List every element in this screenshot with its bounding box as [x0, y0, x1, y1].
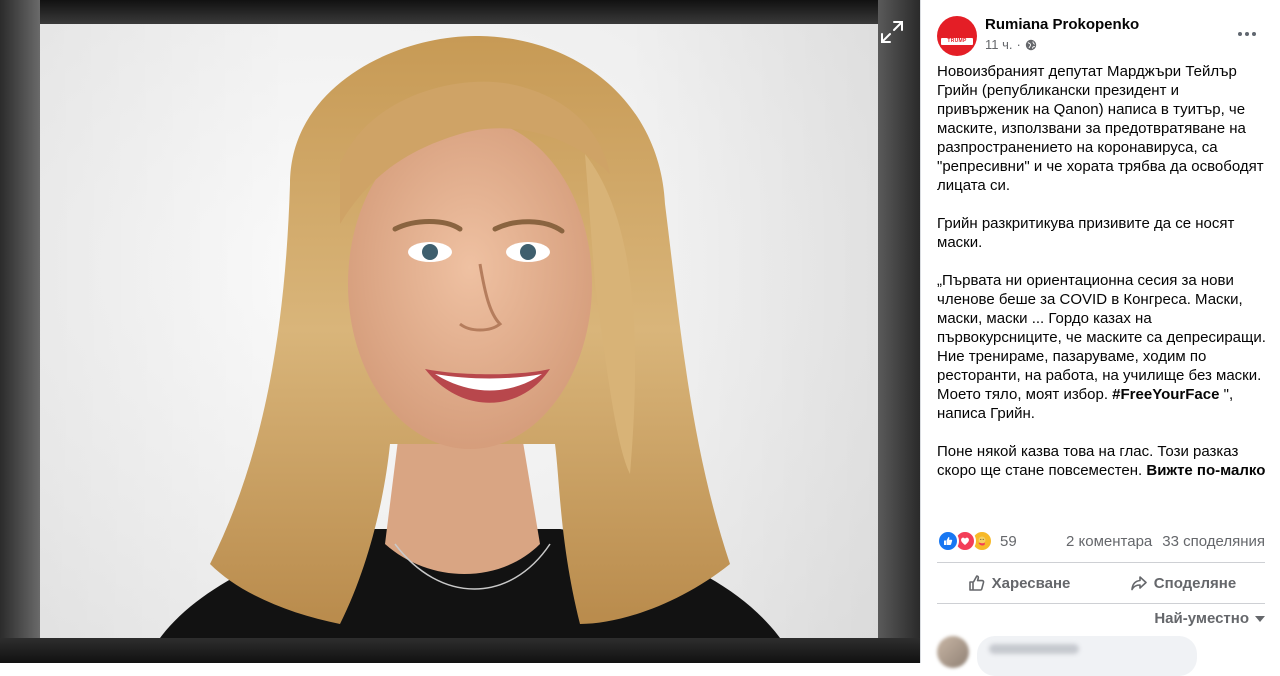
avatar-logo: TRUMP [941, 38, 973, 45]
reactions-summary[interactable]: 59 [937, 530, 1017, 552]
globe-icon[interactable] [1025, 39, 1037, 51]
divider [937, 562, 1265, 563]
more-options-button[interactable] [1229, 20, 1265, 48]
comment-bubble [977, 636, 1197, 676]
post-meta: 11 ч. · [985, 37, 1037, 52]
comment-count-link[interactable]: 2 коментара [1066, 533, 1152, 550]
expand-icon [881, 21, 903, 43]
hashtag-link[interactable]: #FreeYourFace [1112, 386, 1219, 403]
thumbs-up-icon [968, 575, 984, 591]
comment-sort-dropdown[interactable]: Най-уместно [1121, 610, 1265, 627]
share-button[interactable]: Споделяне [1101, 565, 1265, 601]
share-label: Споделяне [1153, 574, 1237, 592]
like-label: Харесване [991, 574, 1071, 592]
post-paragraph-3: „Първата ни ориентационна сесия за нови … [937, 272, 1266, 422]
like-reaction-icon [937, 530, 959, 552]
portrait-illustration [160, 35, 780, 638]
post-stats: 59 2 коментара 33 споделяния [937, 530, 1265, 552]
post-photo[interactable] [40, 24, 878, 638]
post-actions: Харесване Споделяне [937, 565, 1265, 601]
viewer-blur-left [0, 0, 40, 663]
photo-viewer [0, 0, 920, 663]
caret-down-icon [1255, 615, 1265, 622]
more-dot-icon [1245, 32, 1249, 36]
post-text: Новоизбраният депутат Марджъри Тейлър Гр… [937, 62, 1273, 499]
more-dot-icon [1238, 32, 1242, 36]
expand-fullscreen-button[interactable] [876, 16, 908, 48]
post-paragraph-2: Грийн разкритикува призивите да се носят… [937, 215, 1235, 251]
reaction-count: 59 [1000, 532, 1017, 550]
divider [937, 603, 1265, 604]
sort-label: Най-уместно [1154, 610, 1249, 627]
viewer-bottom-bar [0, 638, 920, 663]
post-panel: TRUMP Rumiana Prokopenko 11 ч. · Новоизб… [920, 0, 1280, 676]
post-paragraph-4: Поне някой казва това на глас. Този разк… [937, 443, 1266, 479]
meta-separator: · [1016, 37, 1021, 52]
like-button[interactable]: Харесване [937, 565, 1101, 601]
commenter-avatar[interactable] [937, 636, 969, 668]
post-paragraph-1: Новоизбраният депутат Марджъри Тейлър Гр… [937, 63, 1264, 194]
author-name[interactable]: Rumiana Prokopenko [985, 16, 1139, 33]
post-timestamp[interactable]: 11 ч. [985, 37, 1013, 52]
see-less-link[interactable]: Вижте по-малко [1146, 462, 1265, 479]
share-count-link[interactable]: 33 споделяния [1162, 533, 1265, 550]
viewer-blur-right [878, 0, 920, 663]
author-avatar[interactable]: TRUMP [937, 16, 977, 56]
viewer-top-bar [0, 0, 920, 24]
commenter-name-blurred[interactable] [989, 644, 1079, 654]
share-arrow-icon [1130, 576, 1147, 591]
more-dot-icon [1252, 32, 1256, 36]
